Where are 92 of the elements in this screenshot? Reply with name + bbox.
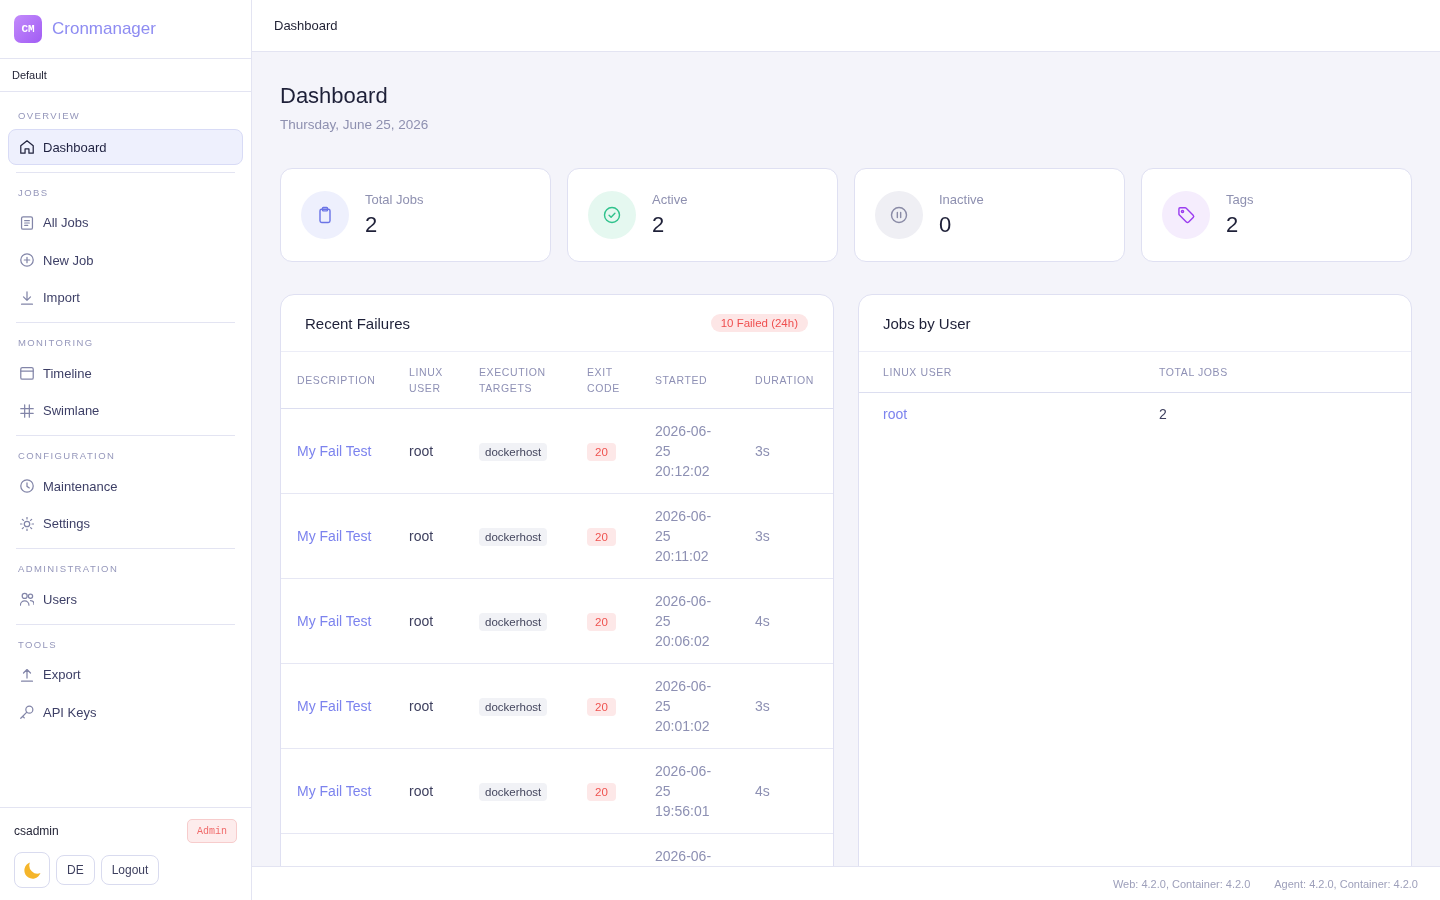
check-circle-icon [588, 191, 636, 239]
panel-title: Jobs by User [883, 314, 971, 332]
column-header: LINUX USER [859, 352, 1135, 393]
app-name: Cronmanager [52, 19, 156, 39]
page-date: Thursday, June 25, 2026 [280, 116, 430, 134]
pause-circle-icon [875, 191, 923, 239]
failed-count-badge: 10 Failed (24h) [710, 314, 808, 332]
exit-code-badge: 20 [587, 698, 616, 716]
version-text: Web: 4.2.0, Container: 4.2.0 [1112, 877, 1251, 890]
nav-item[interactable]: New Job [8, 242, 243, 278]
table-cell: root [393, 663, 463, 749]
version-text: Agent: 4.2.0, Container: 4.2.0 [1274, 877, 1418, 890]
stat-value: 2 [365, 211, 379, 239]
table-cell: 2 [1135, 392, 1411, 435]
nav-item[interactable]: Users [8, 581, 243, 617]
nav-item[interactable]: Swimlane [8, 392, 243, 429]
target-tag: dockerhost [479, 613, 548, 631]
table-cell: 4s [739, 748, 833, 834]
nav-item[interactable]: Settings [8, 505, 243, 542]
stat-value: 2 [1226, 211, 1240, 239]
app-logo: CM [14, 15, 42, 43]
users-icon [20, 592, 34, 606]
column-header: LINUX USER [393, 352, 463, 409]
column-header: TOTAL JOBS [1135, 352, 1411, 393]
tag-icon [1162, 191, 1210, 239]
table-cell: 4s [739, 578, 833, 664]
table-cell: root [393, 748, 463, 834]
column-header: EXECUTION TARGETS [463, 352, 571, 409]
stat-label: Inactive [939, 191, 984, 209]
section-label: TOOLS [17, 637, 59, 652]
table-cell: root [393, 578, 463, 664]
nav-item[interactable]: Dashboard [8, 129, 243, 165]
table-cell: 3s [739, 408, 833, 494]
column-header: STARTED [639, 352, 739, 409]
logout-button[interactable]: Logout [100, 855, 160, 885]
nav-item[interactable]: Timeline [8, 355, 243, 391]
column-header: DESCRIPTION [281, 352, 393, 409]
table-cell: 2026-06-25 20:06:02 [639, 578, 739, 664]
header-title: Dashboard [274, 18, 338, 33]
home-icon [20, 140, 34, 154]
exit-code-badge: 20 [587, 528, 616, 546]
context-selector[interactable]: Default [0, 59, 251, 92]
download-icon [20, 290, 34, 305]
clipboard-icon [301, 191, 349, 239]
target-tag: dockerhost [479, 698, 548, 716]
panel-title: Recent Failures [305, 314, 411, 332]
table-cell: 3s [739, 663, 833, 749]
exit-code-badge: 20 [587, 443, 616, 461]
language-button[interactable]: DE [56, 855, 95, 885]
nav-item[interactable]: Maintenance [8, 468, 243, 504]
clock-icon [20, 479, 34, 493]
plus-circle-icon [20, 253, 34, 267]
table-cell: root [393, 408, 463, 494]
section-label: ADMINISTRATION [17, 562, 120, 576]
upload-icon [20, 667, 34, 682]
table-cell: 2026-06-25 20:11:02 [639, 493, 739, 579]
nav-item[interactable]: API Keys [8, 694, 243, 730]
section-label: JOBS [17, 185, 50, 200]
table-cell: root [393, 493, 463, 579]
key-icon [20, 705, 34, 719]
column-header: DURATION [739, 352, 833, 409]
stat-value: 0 [939, 211, 953, 239]
section-label: OVERVIEW [17, 109, 82, 123]
table-cell: 2026-06-25 20:12:02 [639, 408, 739, 494]
nav-item[interactable]: Import [8, 279, 243, 316]
section-label: MONITORING [17, 336, 95, 350]
theme-toggle-button[interactable] [14, 852, 50, 888]
moon-icon [23, 861, 41, 879]
document-list-icon [20, 215, 34, 230]
target-tag: dockerhost [479, 528, 548, 546]
table-cell: 3s [739, 493, 833, 579]
stat-label: Active [652, 191, 688, 209]
stat-label: Tags [1226, 191, 1254, 209]
table-cell: 2026-06-25 19:56:01 [639, 748, 739, 834]
nav-item[interactable]: Export [8, 656, 243, 693]
grid-icon [20, 403, 34, 418]
stat-label: Total Jobs [365, 191, 424, 209]
exit-code-badge: 20 [587, 613, 616, 631]
section-label: CONFIGURATION [17, 449, 117, 463]
username: csadmin [14, 824, 59, 838]
page-title: Dashboard [280, 82, 389, 110]
target-tag: dockerhost [479, 783, 548, 801]
role-badge: Admin [187, 819, 237, 843]
nav-item[interactable]: All Jobs [8, 204, 243, 241]
table-cell: 2026-06-25 20:01:02 [639, 663, 739, 749]
table-cell: 2026-06- [639, 833, 739, 866]
column-header: EXIT CODE [571, 352, 639, 409]
target-tag: dockerhost [479, 443, 548, 461]
calendar-icon [20, 366, 34, 380]
stat-value: 2 [652, 211, 666, 239]
settings-icon [20, 516, 34, 531]
exit-code-badge: 20 [587, 783, 616, 801]
